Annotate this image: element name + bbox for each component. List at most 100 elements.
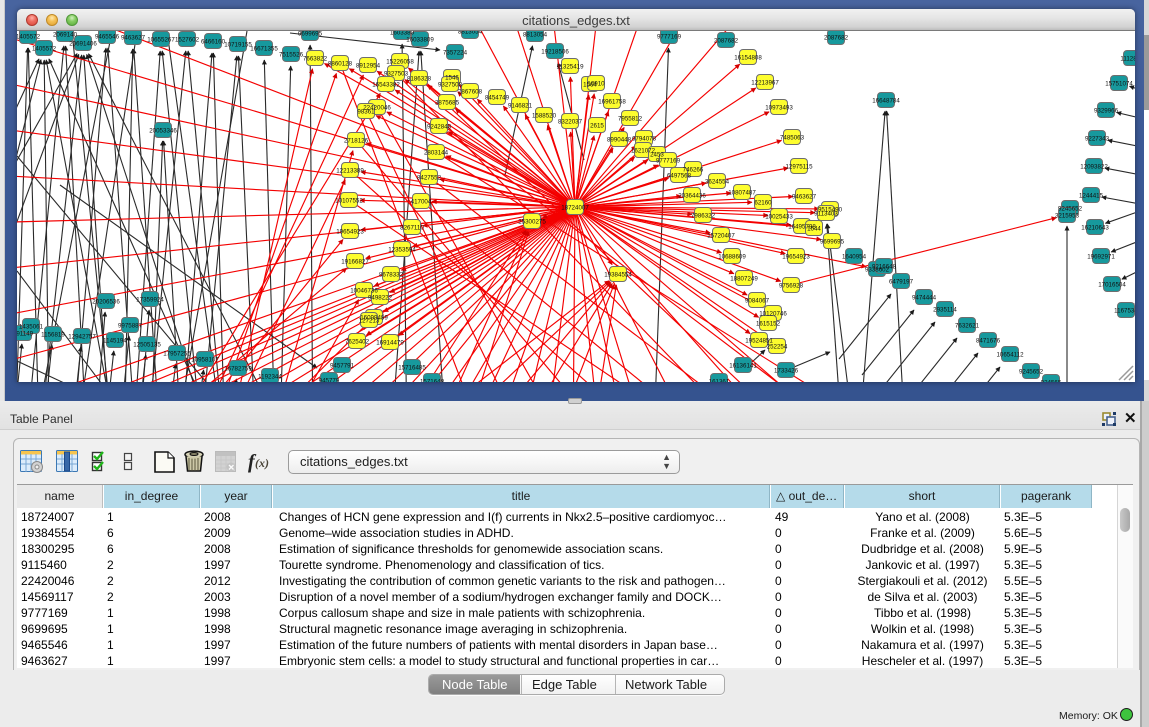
svg-text:1588520: 1588520 (532, 113, 557, 120)
svg-text:9457791: 9457791 (330, 363, 355, 370)
svg-text:17016504: 17016504 (1098, 282, 1126, 289)
svg-text:12353594: 12353594 (388, 247, 416, 254)
svg-text:8813054: 8813054 (523, 32, 548, 39)
svg-text:1644: 1644 (807, 226, 821, 233)
svg-text:3215953: 3215953 (1055, 213, 1080, 220)
svg-text:1435061: 1435061 (19, 324, 44, 331)
svg-text:18807249: 18807249 (730, 276, 758, 283)
svg-text:19692971: 19692971 (1087, 254, 1115, 261)
svg-text:9245652: 9245652 (1058, 206, 1083, 213)
svg-text:19654923: 19654923 (336, 229, 364, 236)
svg-text:7663822: 7663822 (303, 56, 328, 63)
svg-text:12093822: 12093822 (1080, 164, 1108, 171)
svg-text:12213389: 12213389 (336, 168, 364, 175)
svg-text:7955812: 7955812 (618, 116, 643, 123)
svg-text:20691406: 20691406 (69, 41, 97, 48)
svg-text:9113403: 9113403 (814, 211, 838, 218)
svg-text:10655267: 10655267 (147, 37, 175, 44)
svg-text:1571648: 1571648 (420, 379, 445, 383)
svg-text:17359924: 17359924 (136, 297, 164, 304)
svg-text:2615: 2615 (590, 123, 604, 130)
svg-text:12975115: 12975115 (785, 164, 813, 171)
svg-text:2803144: 2803144 (424, 150, 449, 157)
svg-text:10958107: 10958107 (191, 357, 219, 364)
svg-text:9245652: 9245652 (1019, 369, 1044, 376)
svg-text:1112841: 1112841 (1120, 56, 1135, 63)
svg-text:10025433: 10025433 (765, 214, 793, 221)
svg-text:16210643: 16210643 (1081, 225, 1109, 232)
svg-text:16782759: 16782759 (224, 366, 252, 373)
svg-text:391149: 391149 (17, 331, 34, 338)
svg-text:2867608: 2867608 (458, 89, 483, 96)
svg-text:62160: 62160 (754, 200, 772, 207)
svg-text:11325419: 11325419 (556, 64, 584, 71)
svg-text:1244415: 1244415 (1079, 193, 1104, 200)
svg-text:8678332: 8678332 (379, 272, 404, 279)
svg-text:3624554: 3624554 (705, 179, 730, 186)
svg-text:161361: 161361 (709, 379, 730, 383)
svg-text:12942757: 12942757 (68, 334, 96, 341)
svg-text:6466160: 6466160 (201, 39, 226, 46)
svg-text:10719155: 10719155 (224, 42, 252, 49)
svg-text:9699695: 9699695 (298, 31, 323, 38)
svg-text:8860128: 8860128 (328, 61, 353, 68)
svg-text:9498222: 9498222 (368, 295, 393, 302)
svg-text:1546: 1546 (445, 75, 459, 82)
svg-text:16671355: 16671355 (250, 46, 278, 53)
svg-text:2087682: 2087682 (824, 35, 849, 42)
svg-text:12505135: 12505135 (133, 342, 161, 349)
svg-text:1156819: 1156819 (41, 332, 65, 339)
svg-text:417004: 417004 (411, 199, 432, 206)
svg-text:16136141: 16136141 (729, 363, 757, 370)
svg-text:19384554: 19384554 (604, 272, 632, 279)
svg-text:10654112: 10654112 (996, 352, 1024, 359)
svg-text:8813054: 8813054 (458, 31, 483, 36)
svg-text:19654923: 19654923 (782, 254, 810, 261)
svg-text:6479197: 6479197 (889, 279, 914, 286)
svg-text:15226058: 15226058 (386, 59, 414, 66)
svg-text:15751074: 15751074 (1105, 81, 1133, 88)
svg-text:9756928: 9756928 (779, 283, 804, 290)
svg-text:10973493: 10973493 (765, 105, 793, 112)
svg-text:2069140: 2069140 (53, 32, 78, 39)
svg-text:10807487: 10807487 (728, 190, 756, 197)
svg-text:1527602: 1527602 (175, 37, 200, 44)
svg-text:9463627: 9463627 (792, 194, 817, 201)
svg-text:7515526: 7515526 (279, 52, 304, 59)
svg-text:1145194: 1145194 (103, 338, 127, 345)
svg-text:16543382: 16543382 (372, 82, 400, 89)
svg-text:10910: 10910 (587, 81, 605, 88)
svg-text:9327503: 9327503 (384, 71, 409, 78)
svg-text:3875685: 3875685 (435, 100, 460, 107)
svg-text:252254: 252254 (767, 344, 788, 351)
svg-text:15720407: 15720407 (707, 233, 735, 240)
svg-text:9975887: 9975887 (118, 323, 143, 330)
svg-text:2718126: 2718126 (344, 138, 369, 145)
svg-text:8186328: 8186328 (407, 76, 432, 83)
svg-text:1405572: 1405572 (17, 34, 41, 41)
svg-text:9329966: 9329966 (1094, 108, 1119, 115)
svg-text:945779: 945779 (319, 378, 340, 383)
svg-text:16154808: 16154808 (734, 55, 762, 62)
svg-text:1733426: 1733426 (774, 368, 799, 375)
svg-text:20053346: 20053346 (149, 128, 177, 135)
svg-text:9084067: 9084067 (745, 298, 770, 305)
svg-text:12213967: 12213967 (751, 80, 779, 87)
svg-text:9227343: 9227343 (1085, 136, 1110, 143)
svg-text:20364436: 20364436 (678, 193, 706, 200)
svg-text:16648784: 16648784 (872, 98, 900, 105)
svg-text:19166827: 19166827 (341, 259, 369, 266)
svg-text:15716485: 15716485 (398, 365, 426, 372)
svg-text:2087682: 2087682 (714, 38, 739, 45)
svg-text:6497568: 6497568 (667, 173, 692, 180)
svg-text:924565: 924565 (1041, 380, 1062, 383)
svg-text:10046736: 10046736 (350, 288, 378, 295)
svg-text:1167534: 1167534 (1114, 308, 1135, 315)
svg-text:8471676: 8471676 (976, 338, 1001, 345)
svg-text:7986322: 7986322 (691, 213, 716, 220)
svg-text:9463627: 9463627 (121, 35, 146, 42)
svg-text:7625402: 7625402 (345, 339, 370, 346)
svg-text:9327508: 9327508 (438, 82, 463, 89)
svg-text:9474444: 9474444 (912, 295, 937, 302)
svg-text:9777169: 9777169 (657, 34, 682, 41)
